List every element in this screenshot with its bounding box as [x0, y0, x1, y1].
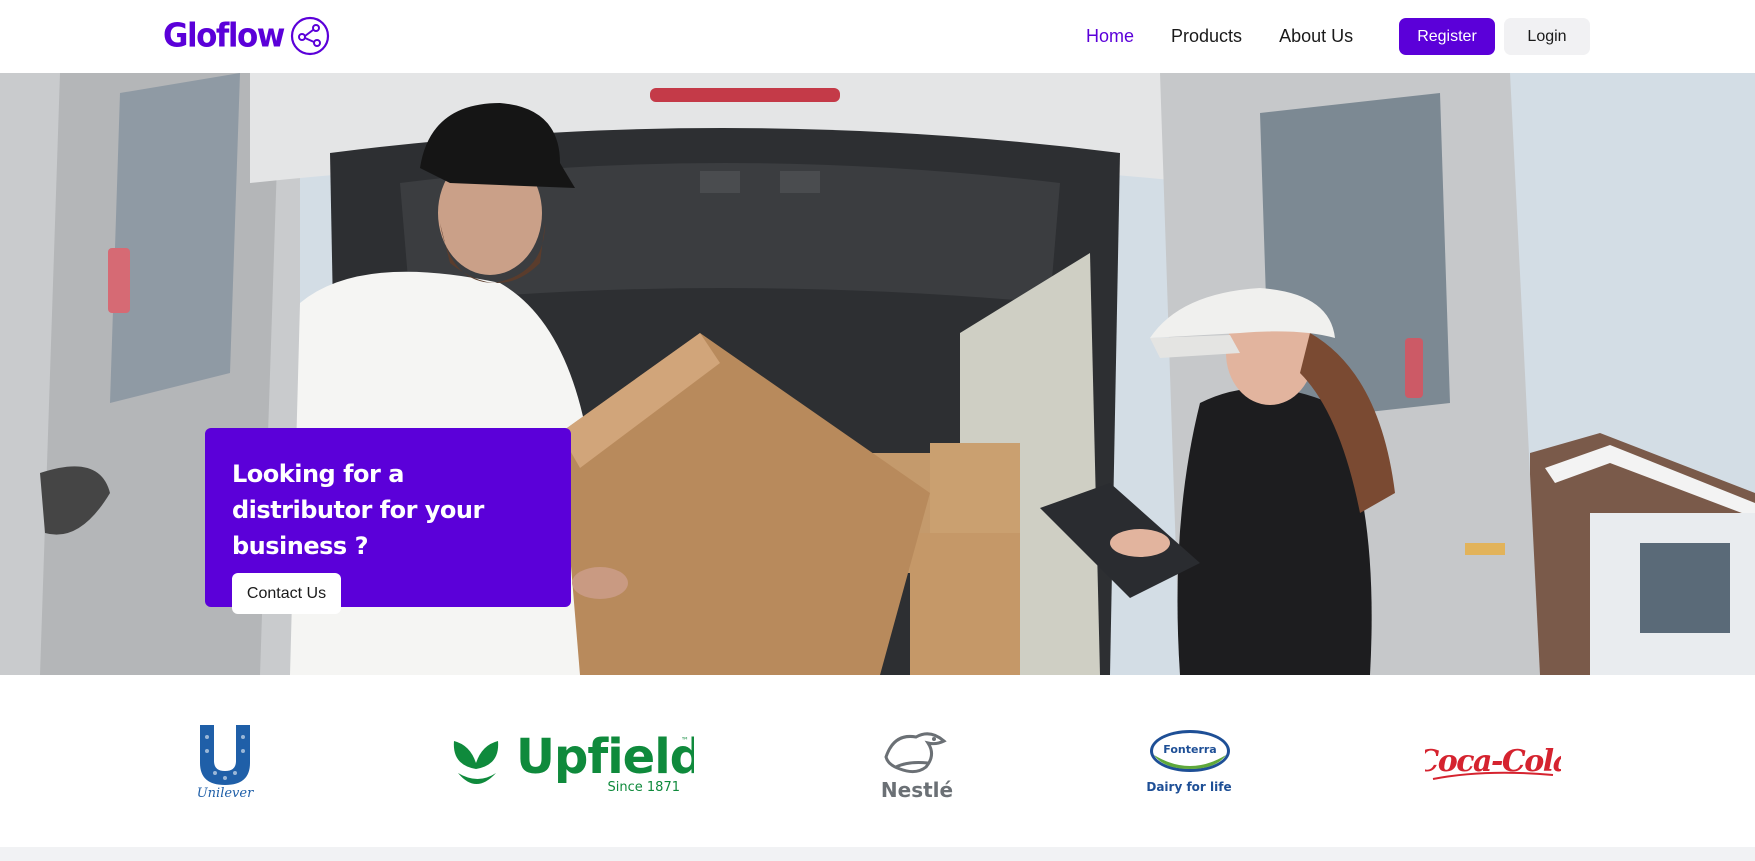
- nestle-wordmark: Nestlé: [881, 778, 953, 801]
- upfield-tagline: Since 1871: [608, 780, 680, 793]
- partner-logos: Unilever Upfield ™ Since 1871 Nestlé Fon…: [0, 675, 1755, 847]
- main-nav: Home Products About Us: [1086, 22, 1390, 50]
- contact-us-button[interactable]: Contact Us: [232, 573, 341, 614]
- cta-card: Looking for a distributor for your busin…: [205, 428, 571, 614]
- share-icon: [290, 16, 330, 56]
- svg-text:™: ™: [681, 736, 689, 745]
- nav-link-about-us[interactable]: About Us: [1279, 22, 1353, 50]
- hero-headline: Looking for a distributor for your busin…: [232, 460, 484, 560]
- register-button[interactable]: Register: [1399, 18, 1495, 55]
- upfield-logo: Upfield ™ Since 1871: [453, 729, 694, 793]
- unilever-wordmark: Unilever: [197, 786, 254, 799]
- brand-name: Gloflow: [163, 17, 285, 55]
- fonterra-tagline: Dairy for life: [1146, 780, 1231, 794]
- unilever-logo: Unilever: [197, 725, 254, 799]
- upfield-wordmark: Upfield: [516, 729, 694, 785]
- coca-cola-logo: Coca-Cola: [1425, 744, 1561, 780]
- login-button[interactable]: Login: [1504, 18, 1590, 55]
- fonterra-wordmark: Fonterra: [1163, 743, 1216, 756]
- nav-link-products[interactable]: Products: [1171, 22, 1242, 50]
- brand-logo[interactable]: Gloflow: [163, 16, 330, 56]
- nav-link-home[interactable]: Home: [1086, 22, 1134, 50]
- navbar: Gloflow Home Products About Us Register …: [0, 0, 1755, 73]
- hero-banner: Looking for a distributor for your busin…: [0, 73, 1755, 675]
- nestle-logo: Nestlé: [881, 732, 953, 801]
- fonterra-logo: Fonterra Dairy for life: [1146, 730, 1232, 794]
- footer-edge: [0, 847, 1755, 861]
